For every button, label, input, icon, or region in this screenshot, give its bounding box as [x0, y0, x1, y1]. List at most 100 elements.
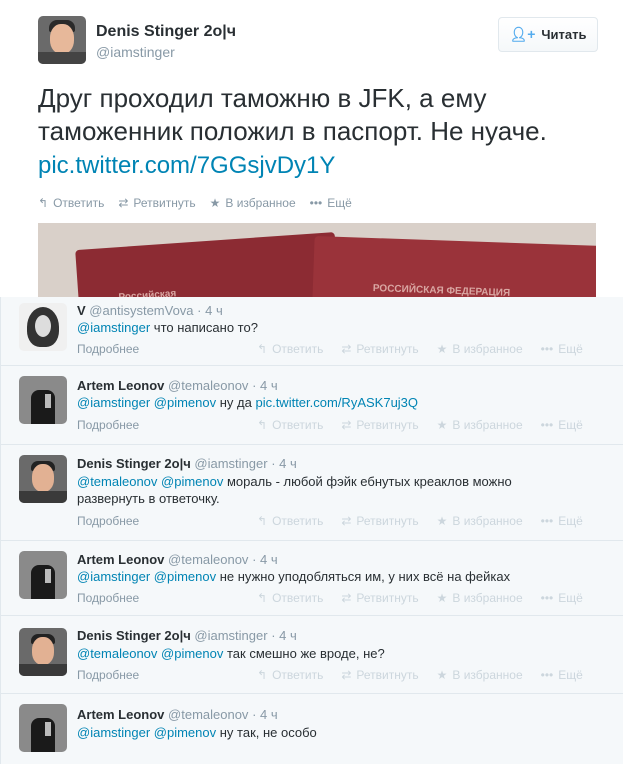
reply-body: не нужно уподобляться им, у них всё на ф… — [219, 569, 511, 584]
more-action[interactable]: ••• Ещё — [541, 668, 583, 682]
details-link[interactable]: Подробнее — [77, 591, 139, 605]
reply-action[interactable]: ↰ Ответить — [257, 342, 323, 356]
avatar[interactable] — [19, 628, 67, 676]
favorite-action[interactable]: ★ В избранное — [437, 342, 523, 356]
favorite-action[interactable]: ★ В избранное — [437, 591, 523, 605]
more-action[interactable]: ••• Ещё — [541, 514, 583, 528]
favorite-action[interactable]: ★ В избранное — [437, 418, 523, 432]
more-label: Ещё — [327, 196, 352, 210]
reply-action[interactable]: ↰ Ответить — [257, 514, 323, 528]
reply-header: Denis Stinger 2o|ч @iamstinger · 4 ч — [77, 456, 297, 471]
more-action[interactable]: ••• Ещё — [310, 196, 352, 210]
reply-mentions[interactable]: @iamstinger @pimenov — [77, 725, 216, 740]
reply-name[interactable]: Denis Stinger 2o|ч — [77, 456, 191, 471]
reply-mentions[interactable]: @iamstinger @pimenov — [77, 395, 216, 410]
more-label: Ещё — [558, 342, 583, 356]
avatar[interactable] — [19, 455, 67, 503]
reply-action[interactable]: ↰ Ответить — [257, 418, 323, 432]
more-action[interactable]: ••• Ещё — [541, 591, 583, 605]
reply-item[interactable]: Artem Leonov @temaleonov · 4 ч @iamsting… — [1, 693, 623, 764]
reply-time[interactable]: · 4 ч — [252, 552, 278, 567]
reply-handle[interactable]: @temaleonov — [168, 707, 248, 722]
reply-text: @iamstinger @pimenov ну так, не особо — [77, 724, 597, 741]
reply-item[interactable]: Artem Leonov @temaleonov · 4 ч @iamsting… — [1, 540, 623, 616]
reply-icon: ↰ — [257, 342, 268, 356]
reply-time[interactable]: · 4 ч — [252, 707, 278, 722]
details-link[interactable]: Подробнее — [77, 514, 139, 528]
reply-item[interactable]: Artem Leonov @temaleonov · 4 ч @iamsting… — [1, 365, 623, 445]
reply-link[interactable]: pic.twitter.com/RyASK7uj3Q — [255, 395, 418, 410]
retweet-icon: ⇄ — [341, 342, 352, 356]
details-link[interactable]: Подробнее — [77, 342, 139, 356]
reply-action[interactable]: ↰ Ответить — [257, 668, 323, 682]
avatar[interactable] — [38, 16, 86, 64]
retweet-action[interactable]: ⇄ Ретвитнуть — [341, 342, 418, 356]
retweet-action[interactable]: ⇄ Ретвитнуть — [118, 196, 195, 210]
retweet-action[interactable]: ⇄ Ретвитнуть — [341, 668, 418, 682]
reply-name[interactable]: V — [77, 303, 86, 318]
reply-mentions[interactable]: @temaleonov @pimenov — [77, 646, 223, 661]
reply-name[interactable]: Artem Leonov — [77, 707, 164, 722]
reply-mentions[interactable]: @temaleonov @pimenov — [77, 474, 223, 489]
follow-button[interactable]: 👤︎+ Читать — [498, 17, 598, 52]
reply-time[interactable]: · 4 ч — [252, 378, 278, 393]
more-label: Ещё — [558, 418, 583, 432]
favorite-action[interactable]: ★ В избранное — [437, 668, 523, 682]
reply-actions: ↰ Ответить ⇄ Ретвитнуть ★ В избранное ••• Ещ… — [257, 418, 583, 432]
tweet-link[interactable]: pic.twitter.com/7GGsjvDy1Y — [38, 152, 335, 179]
favorite-action[interactable]: ★ В избранное — [437, 514, 523, 528]
reply-handle[interactable]: @temaleonov — [168, 378, 248, 393]
reply-name[interactable]: Denis Stinger 2o|ч — [77, 628, 191, 643]
avatar[interactable] — [19, 376, 67, 424]
more-label: Ещё — [558, 668, 583, 682]
reply-text: @iamstinger @pimenov ну да pic.twitter.c… — [77, 394, 597, 411]
more-label: Ещё — [558, 514, 583, 528]
replies-list: V @antisystemVova · 4 ч @iamstinger что … — [0, 297, 623, 764]
retweet-action[interactable]: ⇄ Ретвитнуть — [341, 591, 418, 605]
reply-time[interactable]: · 4 ч — [197, 303, 223, 318]
reply-item[interactable]: Denis Stinger 2o|ч @iamstinger · 4 ч @te… — [1, 444, 623, 541]
more-action[interactable]: ••• Ещё — [541, 418, 583, 432]
reply-handle[interactable]: @antisystemVova — [89, 303, 193, 318]
reply-actions: ↰ Ответить ⇄ Ретвитнуть ★ В избранное ••• Ещ… — [257, 591, 583, 605]
reply-icon: ↰ — [257, 418, 268, 432]
reply-time[interactable]: · 4 ч — [271, 628, 297, 643]
reply-name[interactable]: Artem Leonov — [77, 552, 164, 567]
reply-icon: ↰ — [257, 514, 268, 528]
tweet-photo[interactable]: Российская РОССИЙСКАЯ ФЕДЕРАЦИЯ — [38, 223, 596, 300]
author-handle[interactable]: @iamstinger — [96, 44, 175, 60]
retweet-icon: ⇄ — [341, 418, 352, 432]
reply-name[interactable]: Artem Leonov — [77, 378, 164, 393]
reply-header: Artem Leonov @temaleonov · 4 ч — [77, 707, 278, 722]
author-name[interactable]: Denis Stinger 2o|ч — [96, 23, 236, 41]
reply-time[interactable]: · 4 ч — [271, 456, 297, 471]
avatar[interactable] — [19, 704, 67, 752]
reply-header: Denis Stinger 2o|ч @iamstinger · 4 ч — [77, 628, 297, 643]
reply-label: Ответить — [272, 591, 324, 605]
reply-handle[interactable]: @temaleonov — [168, 552, 248, 567]
reply-mentions[interactable]: @iamstinger @pimenov — [77, 569, 216, 584]
reply-header: Artem Leonov @temaleonov · 4 ч — [77, 378, 278, 393]
reply-action[interactable]: ↰ Ответить — [257, 591, 323, 605]
retweet-label: Ретвитнуть — [356, 342, 419, 356]
details-link[interactable]: Подробнее — [77, 418, 139, 432]
details-link[interactable]: Подробнее — [77, 668, 139, 682]
reply-handle[interactable]: @iamstinger — [194, 456, 267, 471]
favorite-action[interactable]: ★ В избранное — [210, 196, 296, 210]
reply-item[interactable]: V @antisystemVova · 4 ч @iamstinger что … — [1, 297, 623, 366]
tweet-body: Друг проходил таможню в JFK, а ему тамож… — [38, 83, 547, 146]
reply-item[interactable]: Denis Stinger 2o|ч @iamstinger · 4 ч @te… — [1, 615, 623, 694]
avatar[interactable] — [19, 551, 67, 599]
avatar[interactable] — [19, 303, 67, 351]
ellipsis-icon: ••• — [540, 514, 554, 528]
reply-label: Ответить — [272, 668, 324, 682]
star-icon: ★ — [436, 342, 448, 356]
retweet-action[interactable]: ⇄ Ретвитнуть — [341, 418, 418, 432]
star-icon: ★ — [436, 418, 448, 432]
reply-action[interactable]: ↰ Ответить — [38, 196, 104, 210]
reply-handle[interactable]: @iamstinger — [194, 628, 267, 643]
retweet-action[interactable]: ⇄ Ретвитнуть — [341, 514, 418, 528]
reply-text: @iamstinger @pimenov не нужно уподоблять… — [77, 568, 597, 585]
reply-mentions[interactable]: @iamstinger — [77, 320, 150, 335]
more-action[interactable]: ••• Ещё — [541, 342, 583, 356]
